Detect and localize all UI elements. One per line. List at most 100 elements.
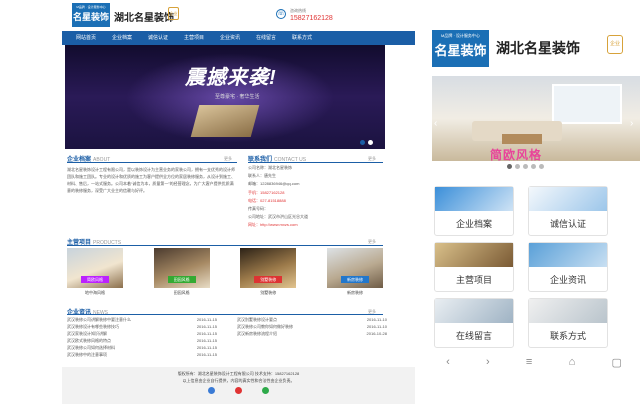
news-headline[interactable]: 武汉装修中的注意事项 (67, 351, 107, 358)
tabs-icon[interactable]: ▢ (611, 356, 621, 369)
site-footer: 版权所有：湖北名星装饰设计工程有限公司 技术支持：15827162128 以上信… (62, 367, 415, 404)
contact-line: 传真号码： (248, 206, 268, 212)
news-date: 2016-11-15 (196, 324, 217, 329)
product-caption: 地中海风格 (85, 290, 105, 295)
trust-seal-icon[interactable] (208, 387, 215, 394)
profile-icon (435, 187, 513, 211)
forward-icon[interactable]: › (486, 356, 490, 368)
news-headline[interactable]: 武汉欧式装修风格的特点 (67, 337, 111, 344)
pager-dot[interactable] (515, 164, 520, 169)
product-card[interactable]: 简欧风格 地中海风格 (67, 248, 123, 296)
banner-caption: 简欧风格 (490, 148, 543, 161)
brand-name: 湖北名星装饰 (496, 40, 580, 56)
contact-line: 电话：027-81518888 (248, 197, 286, 203)
phone-label: 咨询热线 (290, 8, 306, 13)
news-column-left: 武汉装修公司讲解装修中要注意什么 2016-11-15 武汉装修设计有哪些装修技巧… (67, 316, 217, 358)
news-list: 武汉装修公司讲解装修中要注意什么 2016-11-15 武汉装修设计有哪些装修技巧… (67, 316, 387, 358)
mobile-page: M品牌 · 设计服务中心 名星装饰 湖北名星装饰 企业 简欧风格 ‹ › 企业档… (428, 0, 640, 404)
banner-next-icon[interactable]: › (630, 118, 633, 129)
product-tag: 新房装修 (340, 276, 369, 283)
pager-dot[interactable] (539, 164, 544, 169)
tile-label: 企业档案 (455, 219, 492, 229)
nav-profile[interactable]: 企业档案 (104, 31, 140, 45)
tile-label: 在线留言 (455, 331, 492, 341)
pager-dot[interactable] (368, 140, 373, 145)
news-item[interactable]: 武汉装修中的注意事项 2016-11-15 (67, 351, 217, 358)
banner-pager (507, 164, 544, 169)
news-date: 2016-10-28 (366, 331, 387, 336)
news-item[interactable]: 武汉欧式装修风格的特点 2016-11-15 (67, 337, 217, 344)
news-headline[interactable]: 武汉新房装修流程介绍 (237, 330, 277, 337)
verified-icon[interactable] (262, 387, 269, 394)
tile-message[interactable]: 在线留言 (434, 298, 514, 348)
banner-table (502, 134, 542, 144)
news-date: 2016-11-15 (196, 352, 217, 357)
pager-dot[interactable] (507, 164, 512, 169)
mobile-header: M品牌 · 设计服务中心 名星装饰 湖北名星装饰 企业 (428, 26, 640, 70)
nav-message[interactable]: 在线留言 (248, 31, 284, 45)
tile-profile[interactable]: 企业档案 (434, 186, 514, 236)
news-headline[interactable]: 武汉装修设计有哪些装修技巧 (67, 323, 119, 330)
tile-label: 联系方式 (549, 331, 586, 341)
tile-news[interactable]: 企业资讯 (528, 242, 608, 292)
banner-title: 震撼来袭! (185, 67, 277, 89)
news-item[interactable]: 武汉装修公司如何选择材料 2016-11-15 (67, 344, 217, 351)
phone-number: 15827162128 (290, 15, 333, 22)
tile-products[interactable]: 主营项目 (434, 242, 514, 292)
nav-contact[interactable]: 联系方式 (284, 31, 320, 45)
logo-tagline: M品牌 · 设计服务中心 (441, 33, 480, 38)
about-text: 湖北名星装饰设计工程有限公司，是以装饰设计为主营业务的家装公司，拥有一支优秀的设… (67, 167, 235, 193)
tile-contact[interactable]: 联系方式 (528, 298, 608, 348)
news-item[interactable]: 武汉装修公司教你如何做好装修 2016-11-10 (237, 323, 387, 330)
tile-certification[interactable]: 诚信认证 (528, 186, 608, 236)
contact-line: 邮箱：1228836946@qq.com (248, 181, 300, 187)
company-logo[interactable]: M品牌 · 设计服务中心 名星装饰 (432, 30, 489, 67)
footer-disclaimer: 以上信息由企业自行提供，内容的真实性和合法性由企业负责。 (182, 378, 295, 383)
product-caption: 田园风格 (173, 290, 190, 295)
nav-certification[interactable]: 诚信认证 (140, 31, 176, 45)
news-item[interactable]: 武汉别墅装修设计要点 2016-11-10 (237, 316, 387, 323)
desktop-header: M品牌 · 设计服务中心 名星装饰 湖北名星装饰 企业 ☏ 咨询热线 15827… (62, 0, 415, 30)
divider (248, 162, 383, 163)
news-headline[interactable]: 武汉家装设计知识讲解 (67, 330, 107, 337)
news-item[interactable]: 武汉装修公司讲解装修中要注意什么 2016-11-15 (67, 316, 217, 323)
pager-dot[interactable] (523, 164, 528, 169)
product-tag: 简欧风格 (81, 276, 109, 283)
news-item[interactable]: 武汉新房装修流程介绍 2016-10-28 (237, 330, 387, 337)
news-item[interactable]: 武汉家装设计知识讲解 2016-11-15 (67, 330, 217, 337)
nav-news[interactable]: 企业资讯 (212, 31, 248, 45)
product-card[interactable]: 新房装修 新房装修 (326, 248, 383, 296)
product-card[interactable]: 别墅装修 别墅装修 (240, 248, 297, 296)
pager-dot[interactable] (531, 164, 536, 169)
company-logo[interactable]: M品牌 · 设计服务中心 名星装饰 (72, 3, 110, 27)
tile-label: 企业资讯 (549, 275, 586, 285)
mobile-banner[interactable]: 简欧风格 (432, 76, 640, 161)
nav-home[interactable]: 网站首页 (68, 31, 104, 45)
back-icon[interactable]: ‹ (446, 356, 450, 368)
hero-banner[interactable]: 震撼来袭! 至尊豪宅 · 奢华生活 (65, 45, 385, 149)
footer-certificates (62, 387, 415, 394)
contact-line[interactable]: 网址：http://www.mxzs.com (248, 221, 388, 229)
contact-info: 公司名称：湖北名星装饰 联系人：唐先生 邮箱：1228836946@qq.com… (248, 164, 388, 230)
news-item[interactable]: 武汉装修设计有哪些装修技巧 2016-11-15 (67, 323, 217, 330)
banner-prev-icon[interactable]: ‹ (434, 118, 437, 129)
contact-icon (529, 299, 607, 323)
menu-icon[interactable]: ≡ (526, 356, 532, 368)
product-list: 简欧风格 地中海风格 田园风格 田园风格 别墅装修 别墅装修 新房装修 新房装修 (67, 248, 383, 296)
banner-subtitle: 至尊豪宅 · 奢华生活 (215, 94, 260, 100)
tile-label: 诚信认证 (549, 219, 586, 229)
news-headline[interactable]: 武汉装修公司讲解装修中要注意什么 (67, 316, 131, 323)
police-badge-icon[interactable] (235, 387, 242, 394)
pager-dot[interactable] (360, 140, 365, 145)
main-nav: 网站首页 企业档案 诚信认证 主营项目 企业资讯 在线留言 联系方式 (62, 31, 415, 45)
news-date: 2016-11-15 (196, 331, 217, 336)
news-headline[interactable]: 武汉装修公司如何选择材料 (67, 344, 115, 351)
news-headline[interactable]: 武汉装修公司教你如何做好装修 (237, 323, 293, 330)
news-date: 2016-11-15 (196, 345, 217, 350)
product-card[interactable]: 田园风格 田园风格 (153, 248, 210, 296)
logo-tagline: M品牌 · 设计服务中心 (76, 5, 106, 9)
news-headline[interactable]: 武汉别墅装修设计要点 (237, 316, 277, 323)
nav-products[interactable]: 主营项目 (176, 31, 212, 45)
home-icon[interactable]: ⌂ (569, 356, 576, 368)
footer-copyright: 版权所有：湖北名星装饰设计工程有限公司 技术支持：15827162128 (177, 371, 300, 376)
